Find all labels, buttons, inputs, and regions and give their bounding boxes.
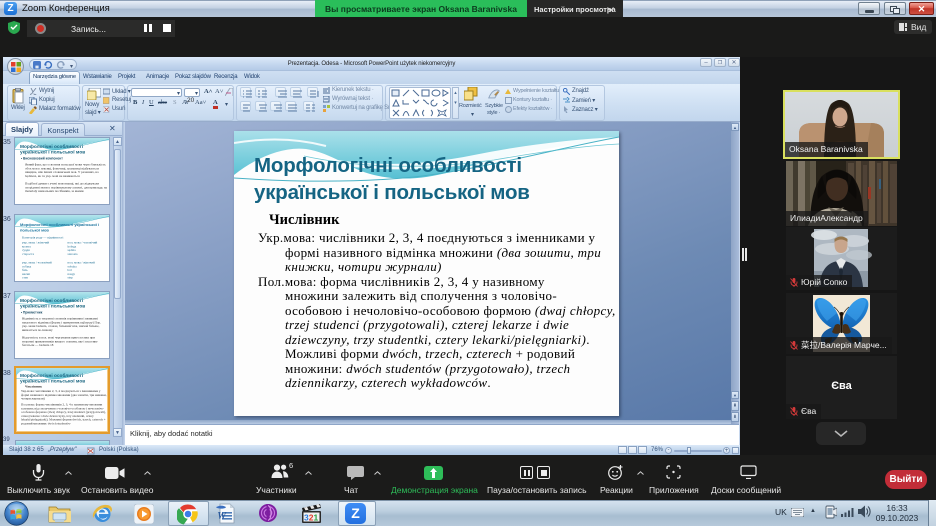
svg-text:W: W	[217, 511, 227, 522]
svg-text:321: 321	[304, 513, 318, 523]
